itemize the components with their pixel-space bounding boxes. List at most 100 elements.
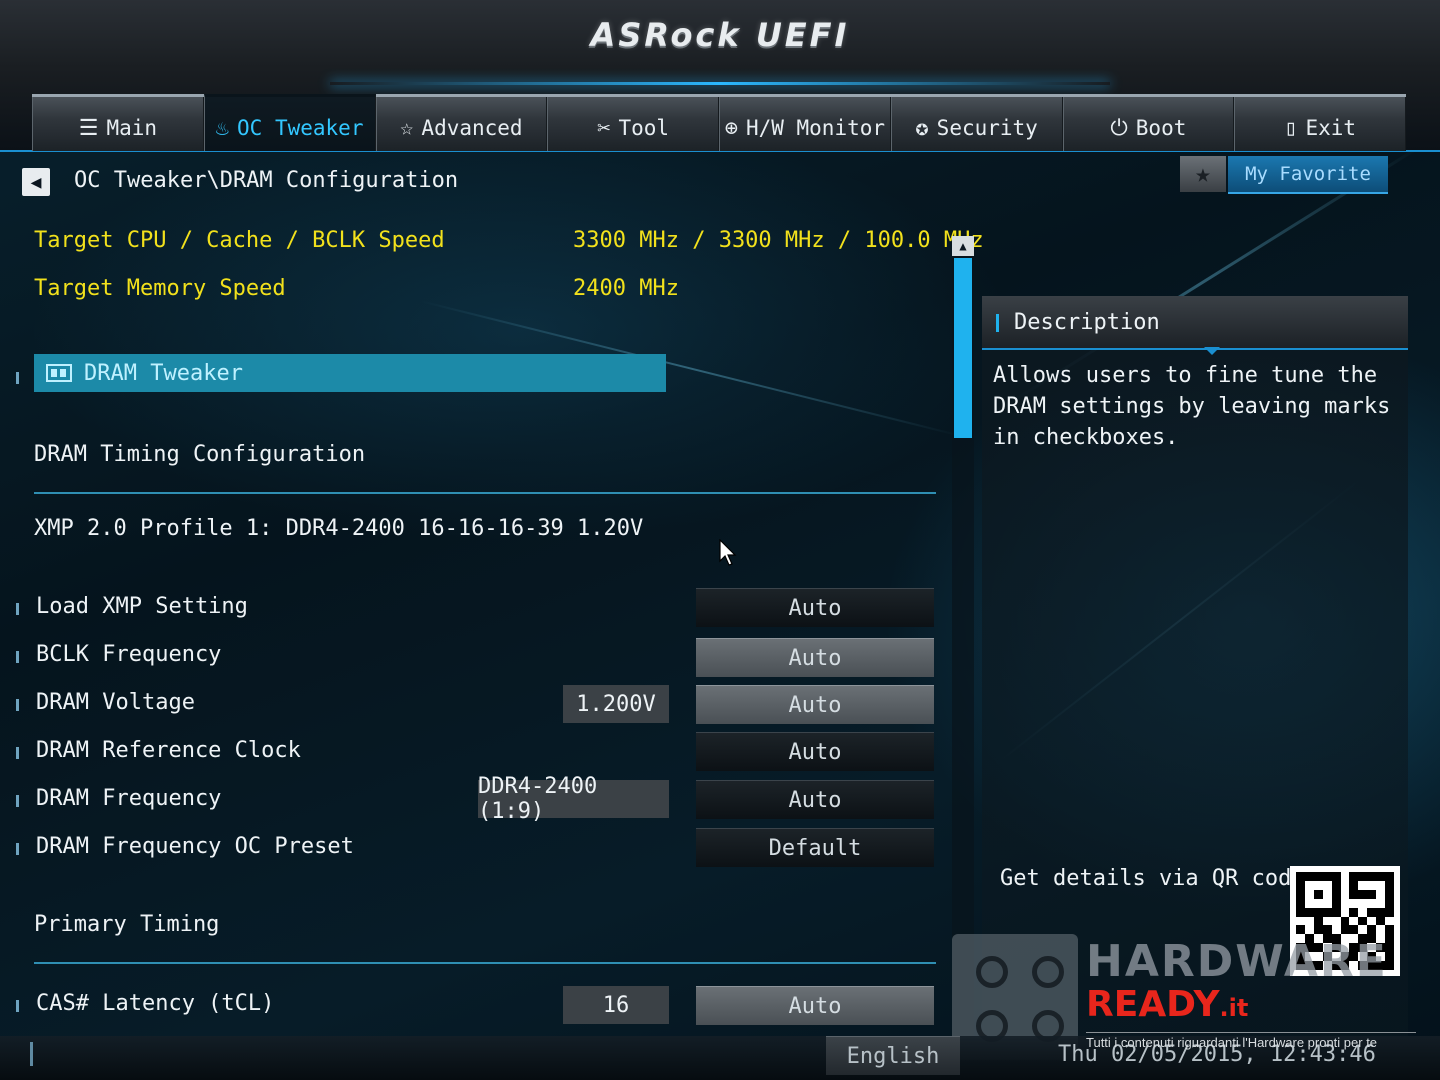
shield-icon: ✪ (915, 115, 929, 141)
header: ASRock UEFI ☰ Main ♨ OC Tweaker ☆ Advanc… (0, 0, 1440, 152)
watermark-ready: READY.it (1086, 984, 1248, 1025)
qr-module (1367, 925, 1377, 935)
tab-label: Security (936, 116, 1038, 140)
dram-frequency-label: DRAM Frequency (36, 786, 222, 811)
breadcrumb: OC Tweaker\DRAM Configuration (74, 168, 459, 193)
dram-tweaker-label: DRAM Tweaker (84, 360, 243, 386)
load-xmp-dropdown[interactable]: Auto (696, 588, 934, 627)
watermark-tagline: Tutti i contenuti riguardanti l'Hardware… (1086, 1032, 1416, 1050)
load-xmp-label: Load XMP Setting (36, 594, 248, 619)
qr-module (1376, 925, 1386, 935)
qr-module (1367, 889, 1377, 899)
row-marker (16, 651, 19, 663)
cas-latency-field[interactable]: Auto (696, 986, 934, 1025)
back-button[interactable]: ◀ (22, 168, 50, 196)
qr-module (1358, 907, 1368, 917)
star-outline-icon: ☆ (400, 115, 414, 141)
tab-label: H/W Monitor (745, 116, 886, 140)
qr-module (1385, 872, 1394, 881)
qr-module (1296, 889, 1305, 899)
bclk-frequency-label: BCLK Frequency (36, 642, 222, 667)
qr-module (1385, 889, 1394, 899)
qr-module (1296, 872, 1305, 881)
tab-security[interactable]: ✪ Security (890, 97, 1063, 151)
qr-module (1349, 889, 1359, 899)
qr-module (1376, 907, 1386, 917)
qr-module (1296, 907, 1305, 917)
qr-module (1296, 898, 1305, 908)
tab-label: Exit (1305, 116, 1357, 140)
power-icon: ⏻ (1110, 115, 1128, 141)
qr-module (1304, 898, 1314, 908)
row-marker (16, 747, 19, 759)
dram-oc-preset-label: DRAM Frequency OC Preset (36, 834, 354, 859)
description-marker (996, 314, 999, 332)
tab-boot[interactable]: ⏻ Boot (1062, 97, 1235, 151)
qr-module (1313, 872, 1323, 881)
dram-frequency-current: DDR4-2400 (1:9) (478, 774, 669, 824)
tab-main[interactable]: ☰ Main (32, 97, 204, 151)
row-marker (16, 843, 19, 855)
dram-voltage-label: DRAM Voltage (36, 690, 195, 715)
qr-module (1313, 916, 1323, 926)
qr-module (1376, 916, 1386, 926)
qr-module (1367, 907, 1377, 917)
qr-module (1331, 916, 1341, 926)
tools-icon: ✂ (597, 115, 611, 141)
scrollbar-thumb[interactable] (954, 258, 972, 438)
qr-module (1340, 880, 1350, 890)
row-marker (16, 603, 19, 615)
qr-module (1367, 880, 1377, 890)
tab-label: Tool (618, 116, 670, 140)
tab-label: Main (106, 116, 158, 140)
qr-module (1367, 872, 1377, 881)
qr-module (1322, 907, 1332, 917)
memory-module-icon (46, 364, 72, 382)
qr-module (1331, 872, 1341, 881)
cas-latency-current: 16 (563, 986, 669, 1024)
dram-frequency-dropdown[interactable]: Auto (696, 780, 934, 819)
tab-tool[interactable]: ✂ Tool (547, 97, 719, 151)
bclk-frequency-field[interactable]: Auto (696, 638, 934, 677)
cas-latency-label: CAS# Latency (tCL) (36, 991, 275, 1016)
qr-module (1340, 916, 1350, 926)
qr-module (1304, 916, 1314, 926)
dram-reference-clock-label: DRAM Reference Clock (36, 738, 301, 763)
dram-reference-clock-dropdown[interactable]: Auto (696, 732, 934, 771)
circuit-node (1032, 956, 1064, 988)
qr-module (1358, 872, 1368, 881)
dram-oc-preset-dropdown[interactable]: Default (696, 828, 934, 867)
qr-module (1322, 872, 1332, 881)
qr-code-label: Get details via QR code (1000, 866, 1305, 891)
tab-oc-tweaker[interactable]: ♨ OC Tweaker (203, 94, 376, 151)
qr-module (1322, 880, 1332, 890)
qr-module (1304, 925, 1314, 935)
favorite-star-button[interactable]: ★ (1180, 156, 1226, 192)
dram-voltage-field[interactable]: Auto (696, 685, 934, 724)
qr-module (1313, 907, 1323, 917)
qr-module (1331, 898, 1341, 908)
tab-hw-monitor[interactable]: ⊕ H/W Monitor (719, 97, 891, 151)
back-arrow-icon: ◀ (30, 171, 42, 193)
my-favorite-button[interactable]: My Favorite (1228, 156, 1388, 194)
dram-tweaker-item[interactable]: DRAM Tweaker (34, 354, 666, 392)
tab-advanced[interactable]: ☆ Advanced (375, 97, 548, 151)
circuit-node (976, 956, 1008, 988)
qr-module (1358, 889, 1368, 899)
qr-module (1376, 880, 1386, 890)
scroll-up-button[interactable]: ▲ (952, 236, 974, 256)
qr-module (1349, 925, 1359, 935)
qr-module (1349, 872, 1359, 881)
footer-marker (30, 1042, 33, 1066)
primary-timing-heading: Primary Timing (34, 912, 220, 937)
arrow-up-icon: ▲ (959, 239, 967, 253)
tab-exit[interactable]: ▯ Exit (1234, 97, 1406, 151)
language-button[interactable]: English (826, 1036, 960, 1075)
qr-module (1304, 907, 1314, 917)
dram-voltage-current: 1.200V (563, 685, 669, 723)
qr-module (1340, 907, 1350, 917)
qr-module (1358, 925, 1368, 935)
qr-module (1358, 898, 1368, 908)
description-body: Allows users to fine tune the DRAM setti… (993, 363, 1391, 450)
watermark-suffix: .it (1219, 994, 1249, 1022)
